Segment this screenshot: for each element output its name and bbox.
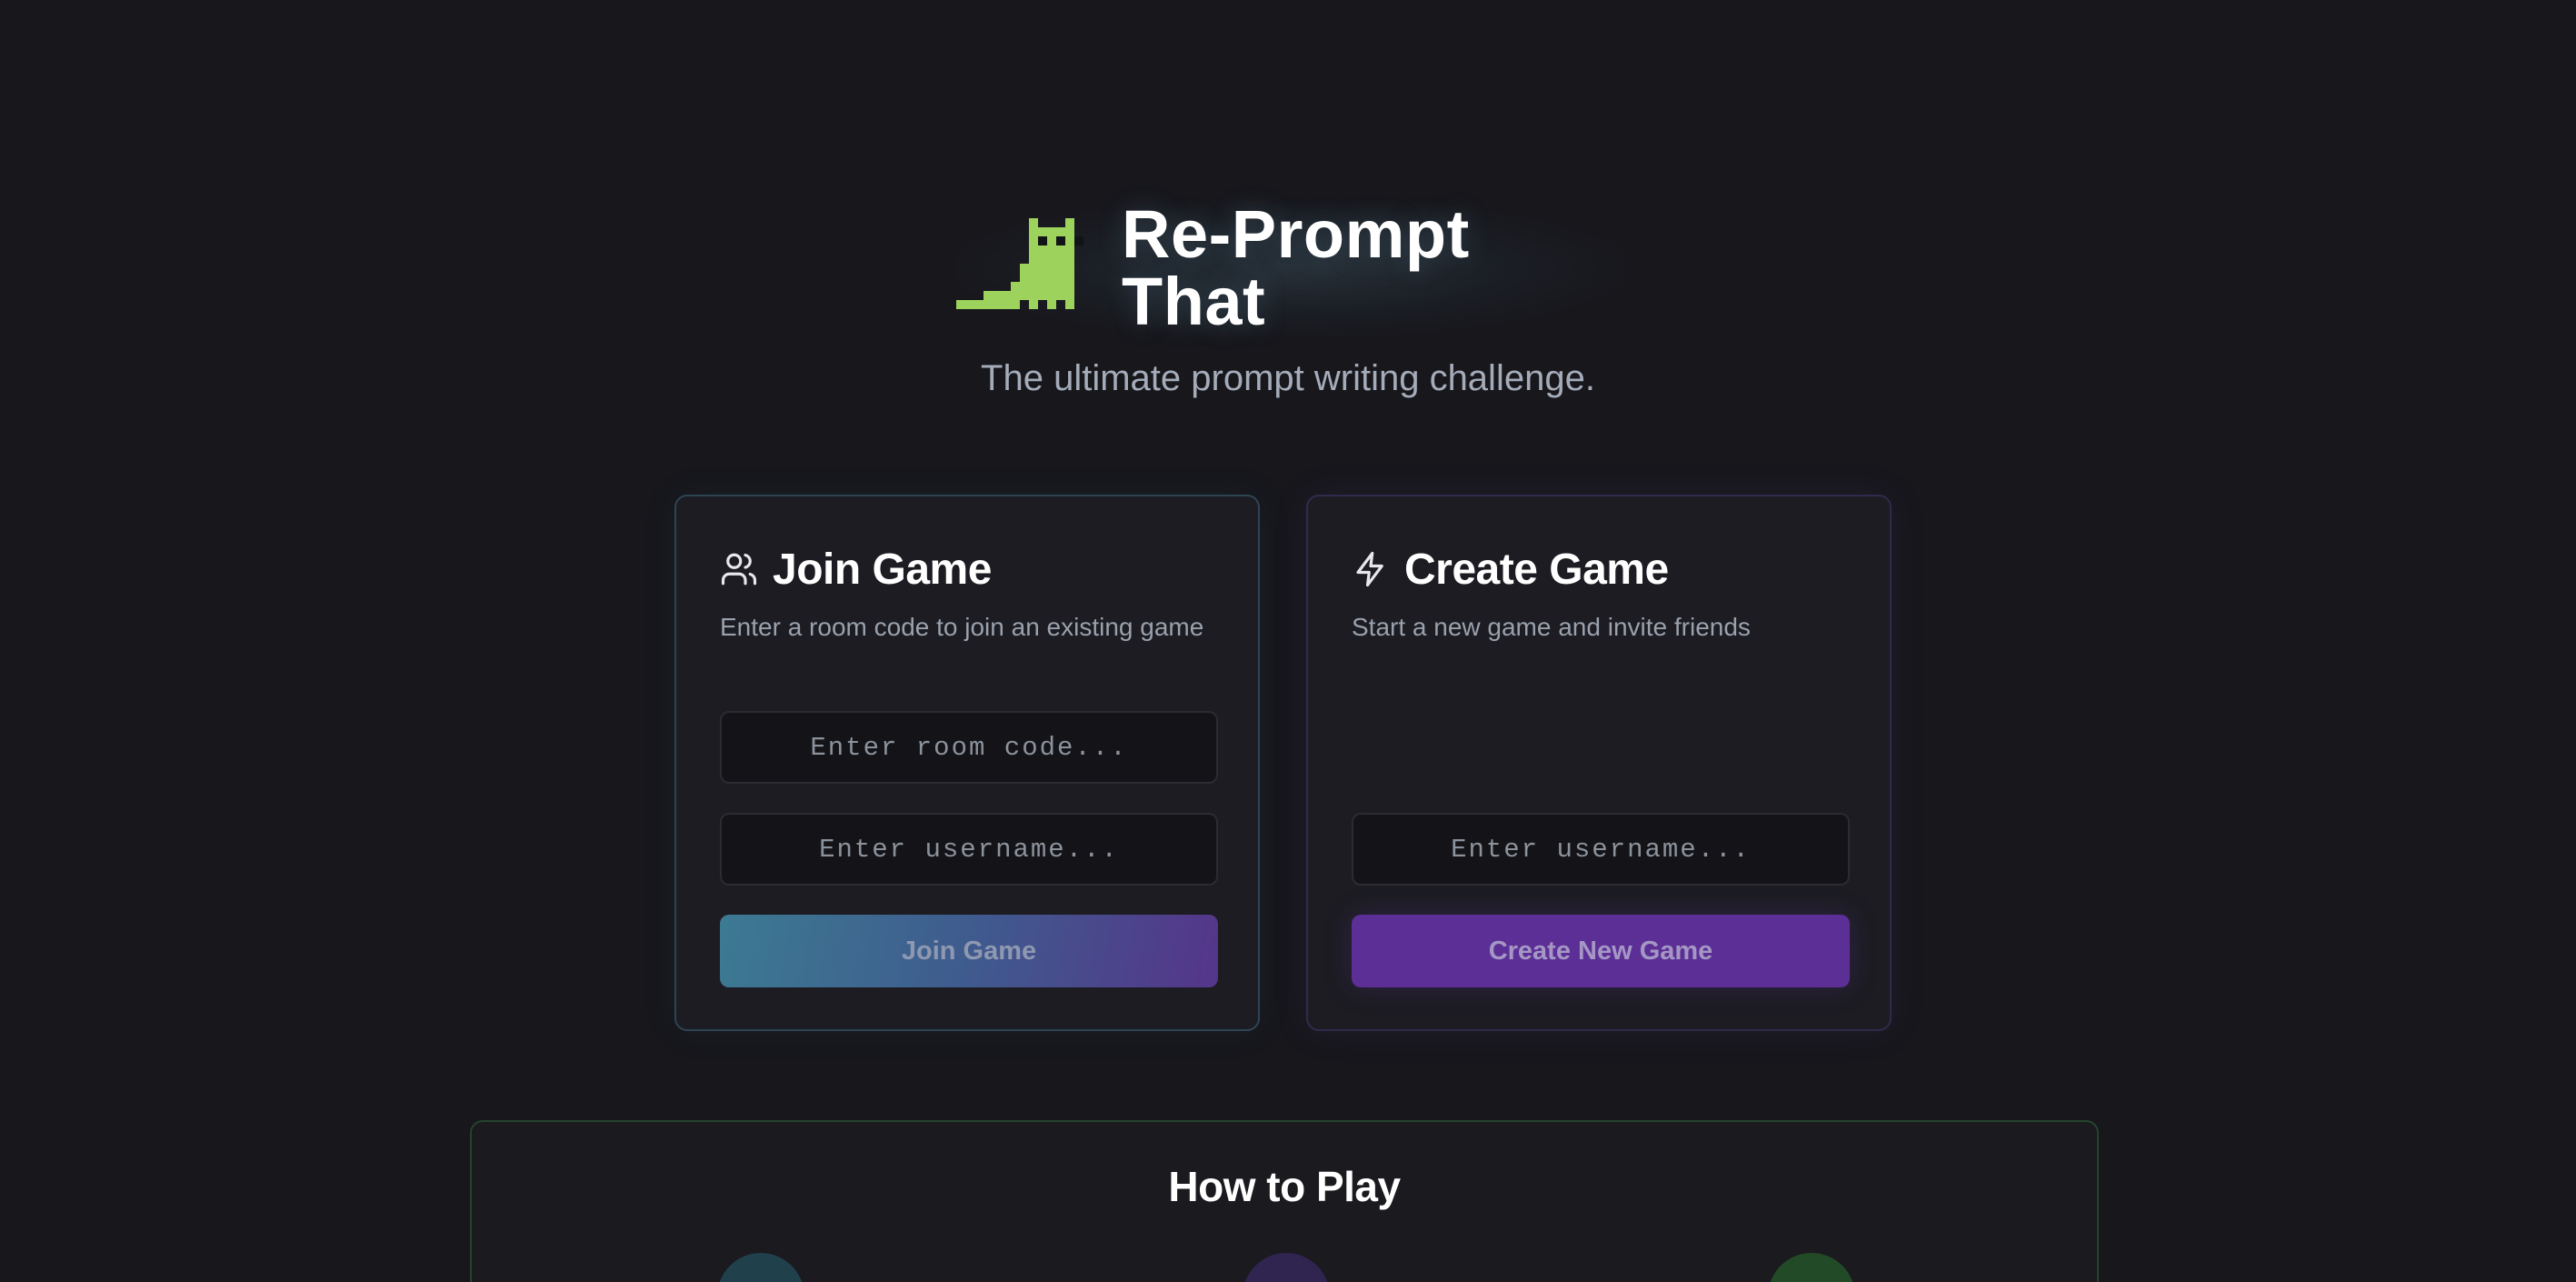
landing-page: Re-Prompt That The ultimate prompt writi… — [0, 0, 2576, 1282]
join-game-header: Join Game — [720, 542, 1214, 596]
create-game-card: Create Game Start a new game and invite … — [1306, 495, 1892, 1031]
room-code-input[interactable] — [720, 711, 1218, 784]
app-title: Re-Prompt That — [1122, 196, 1470, 339]
join-game-title: Join Game — [773, 545, 992, 594]
how-to-play-section: How to Play — [470, 1120, 2099, 1282]
how-to-play-title: How to Play — [1168, 1163, 1401, 1210]
create-new-game-button[interactable]: Create New Game — [1352, 915, 1850, 987]
pixel-cat-icon — [956, 209, 1120, 327]
hero-header: Re-Prompt That — [956, 200, 1623, 336]
tagline: The ultimate prompt writing challenge. — [981, 358, 1595, 398]
step-2-icon — [1243, 1253, 1330, 1282]
users-icon — [720, 550, 758, 588]
join-game-button[interactable]: Join Game — [720, 915, 1218, 987]
create-game-description: Start a new game and invite friends — [1352, 613, 1751, 641]
join-game-card: Join Game Enter a room code to join an e… — [674, 495, 1260, 1031]
step-1-icon — [717, 1253, 804, 1282]
create-username-input[interactable] — [1352, 813, 1850, 886]
lightning-icon — [1352, 550, 1390, 588]
create-game-header: Create Game — [1352, 542, 1846, 596]
create-game-title: Create Game — [1404, 545, 1669, 594]
join-game-description: Enter a room code to join an existing ga… — [720, 613, 1204, 641]
join-username-input[interactable] — [720, 813, 1218, 886]
step-3-icon — [1768, 1253, 1855, 1282]
